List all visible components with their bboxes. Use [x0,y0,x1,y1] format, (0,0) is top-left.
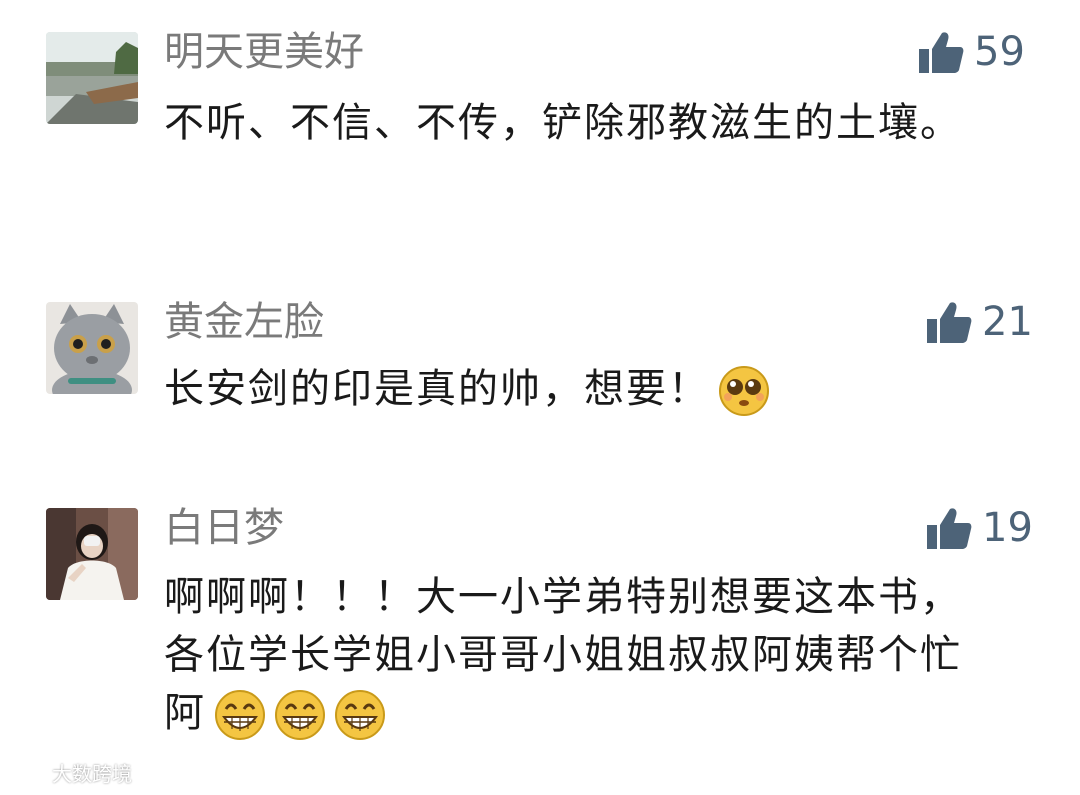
like-button[interactable]: 19 [926,504,1033,552]
watermark-text: 大数跨境 [52,762,132,786]
avatar[interactable] [46,302,138,394]
comment-author[interactable]: 明天更美好 [164,28,364,76]
weibo-logo-icon [9,760,48,785]
comment-text-content: 不听、不信、不传，铲除邪教滋生的土壤。 [164,100,962,146]
girl-photo-avatar-icon [46,508,138,600]
thumbs-up-icon [927,508,972,549]
like-count: 59 [974,29,1025,75]
like-button[interactable]: 21 [926,298,1033,346]
like-button[interactable]: 59 [918,28,1025,76]
comment-text: 啊啊啊！！！大一小学弟特别想要这本书，各位学长学姐小哥哥小姐姐叔叔阿姨帮个忙阿 [164,568,994,742]
grinning-face-emoji-icon [274,689,326,741]
pleading-face-emoji-icon [718,365,770,417]
grinning-face-emoji-icon [334,689,386,741]
watermark: 大数跨境 [8,758,132,787]
like-count: 21 [982,299,1033,345]
grinning-face-emoji-icon [214,689,266,741]
comment-author[interactable]: 黄金左脸 [164,298,324,346]
like-count: 19 [982,505,1033,551]
avatar[interactable] [46,508,138,600]
thumbs-up-icon [927,302,972,343]
gray-cat-avatar-icon [46,302,138,394]
comment-text: 长安剑的印是真的帅，想要！ [164,360,994,418]
comment-author[interactable]: 白日梦 [164,504,284,552]
comment-text: 不听、不信、不传，铲除邪教滋生的土壤。 [164,94,994,152]
avatar[interactable] [46,32,138,124]
comment-text-content: 长安剑的印是真的帅，想要！ [164,366,710,412]
landscape-photo-avatar-icon [46,32,138,124]
thumbs-up-icon [919,32,964,73]
